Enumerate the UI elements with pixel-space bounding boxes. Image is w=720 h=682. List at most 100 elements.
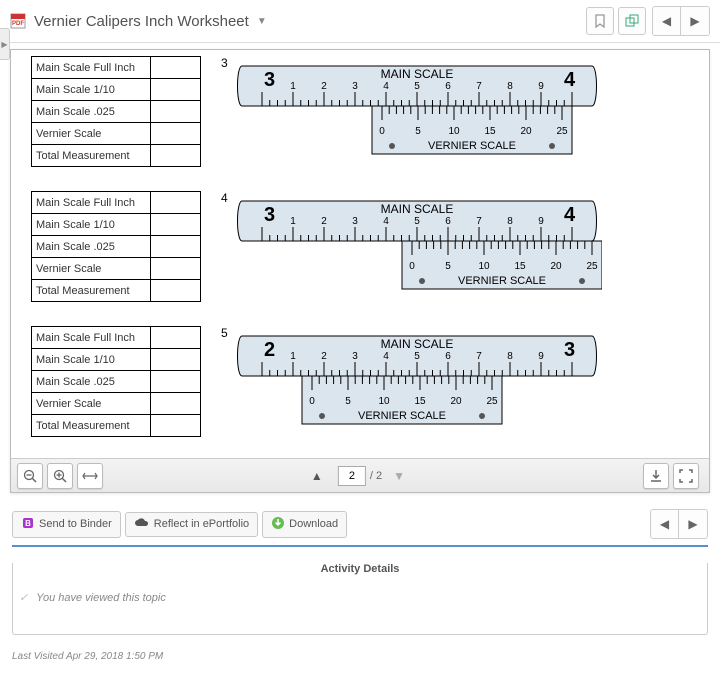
activity-heading: Activity Details [13,563,707,575]
svg-text:9: 9 [538,216,544,227]
svg-text:VERNIER SCALE: VERNIER SCALE [358,410,446,422]
svg-text:VERNIER SCALE: VERNIER SCALE [458,275,546,287]
table-row: Main Scale .025 [32,371,201,393]
sidebar-expand-tab[interactable]: ▶ [0,28,10,60]
prev-topic-button[interactable]: ◀ [653,7,681,35]
send-to-binder-button[interactable]: B Send to Binder [12,511,121,538]
prev-action-button[interactable]: ◀ [651,510,679,538]
svg-text:6: 6 [445,351,451,362]
svg-text:15: 15 [414,396,426,407]
svg-text:VERNIER SCALE: VERNIER SCALE [428,140,516,152]
left-arrow-icon: ◀ [662,14,671,28]
binder-label: Send to Binder [39,518,112,530]
viewer-toolbar: ▲ / 2 ▼ [11,458,709,492]
next-page-button[interactable]: ▼ [386,463,412,489]
up-arrow-icon: ▲ [311,469,323,483]
check-icon: ✓ [19,591,28,604]
download-circle-icon [271,516,285,533]
svg-text:1: 1 [290,216,296,227]
title-dropdown-icon[interactable]: ▼ [257,16,267,27]
prev-page-button[interactable]: ▲ [304,463,330,489]
fit-width-button[interactable] [77,463,103,489]
title-bar: PDF Vernier Calipers Inch Worksheet ▼ ◀ … [0,0,720,43]
table-row: Total Measurement [32,280,201,302]
left-arrow-icon: ◀ [660,517,669,531]
binder-icon: B [21,516,35,533]
table-row: Vernier Scale [32,123,201,145]
svg-text:2: 2 [321,81,327,92]
measurement-table: Main Scale Full Inch Main Scale 1/10 Mai… [31,326,201,437]
zoom-out-icon [23,469,37,483]
fullscreen-button[interactable] [673,463,699,489]
svg-text:2: 2 [264,339,275,361]
download-button[interactable]: Download [262,511,347,538]
svg-text:5: 5 [414,351,420,362]
download-icon [649,469,663,483]
svg-text:3: 3 [264,69,275,91]
svg-text:4: 4 [383,216,389,227]
activity-divider [12,545,708,547]
popout-button[interactable] [618,7,646,35]
table-row: Main Scale Full Inch [32,327,201,349]
activity-viewed-item: ✓ You have viewed this topic [19,591,701,604]
svg-text:5: 5 [414,81,420,92]
zoom-in-icon [53,469,67,483]
activity-viewed-text: You have viewed this topic [36,592,166,604]
document-page: Main Scale Full Inch Main Scale 1/10 Mai… [11,50,709,458]
svg-text:8: 8 [507,81,513,92]
svg-text:8: 8 [507,216,513,227]
svg-text:7: 7 [476,216,482,227]
svg-text:3: 3 [352,351,358,362]
svg-text:15: 15 [484,126,496,137]
svg-text:0: 0 [309,396,315,407]
svg-text:2: 2 [321,216,327,227]
caliper-figure: MAIN SCALE341234567890510152025VERNIER S… [232,56,689,179]
svg-text:4: 4 [564,204,576,226]
chevron-right-icon: ▶ [1,40,7,49]
page-number-input[interactable] [338,466,366,486]
svg-text:1: 1 [290,351,296,362]
zoom-out-button[interactable] [17,463,43,489]
svg-text:3: 3 [352,81,358,92]
problem-number: 4 [221,191,228,205]
cloud-icon [134,517,150,532]
pdf-icon: PDF [10,13,26,29]
svg-text:5: 5 [415,126,421,137]
worksheet-row: Main Scale Full Inch Main Scale 1/10 Mai… [31,326,689,449]
svg-text:1: 1 [290,81,296,92]
table-row: Total Measurement [32,415,201,437]
svg-text:10: 10 [378,396,390,407]
last-visited-label: Last Visited [12,651,64,662]
svg-text:10: 10 [478,261,490,272]
table-row: Main Scale .025 [32,236,201,258]
table-row: Main Scale 1/10 [32,79,201,101]
reflect-eportfolio-button[interactable]: Reflect in ePortfolio [125,512,258,537]
bookmark-icon [594,14,606,28]
page-total-label: / 2 [370,470,382,482]
popout-icon [625,14,639,28]
svg-text:4: 4 [383,81,389,92]
fullscreen-icon [679,469,693,483]
svg-text:20: 20 [520,126,532,137]
caliper-figure: MAIN SCALE341234567890510152025VERNIER S… [232,191,689,314]
download-label: Download [289,518,338,530]
download-pdf-button[interactable] [643,463,669,489]
svg-text:9: 9 [538,351,544,362]
svg-text:PDF: PDF [12,21,24,27]
svg-text:4: 4 [564,69,576,91]
problem-number: 5 [221,326,228,340]
svg-text:20: 20 [450,396,462,407]
right-arrow-icon: ▶ [690,14,699,28]
bookmark-button[interactable] [586,7,614,35]
next-action-button[interactable]: ▶ [679,510,707,538]
document-scroll-area[interactable]: Main Scale Full Inch Main Scale 1/10 Mai… [11,50,709,458]
eportfolio-label: Reflect in ePortfolio [154,518,249,530]
worksheet-row: Main Scale Full Inch Main Scale 1/10 Mai… [31,56,689,179]
next-topic-button[interactable]: ▶ [681,7,709,35]
svg-text:5: 5 [445,261,451,272]
svg-text:B: B [25,519,31,528]
document-viewer: Main Scale Full Inch Main Scale 1/10 Mai… [10,49,710,493]
svg-text:20: 20 [550,261,562,272]
svg-text:MAIN SCALE: MAIN SCALE [380,202,453,216]
zoom-in-button[interactable] [47,463,73,489]
